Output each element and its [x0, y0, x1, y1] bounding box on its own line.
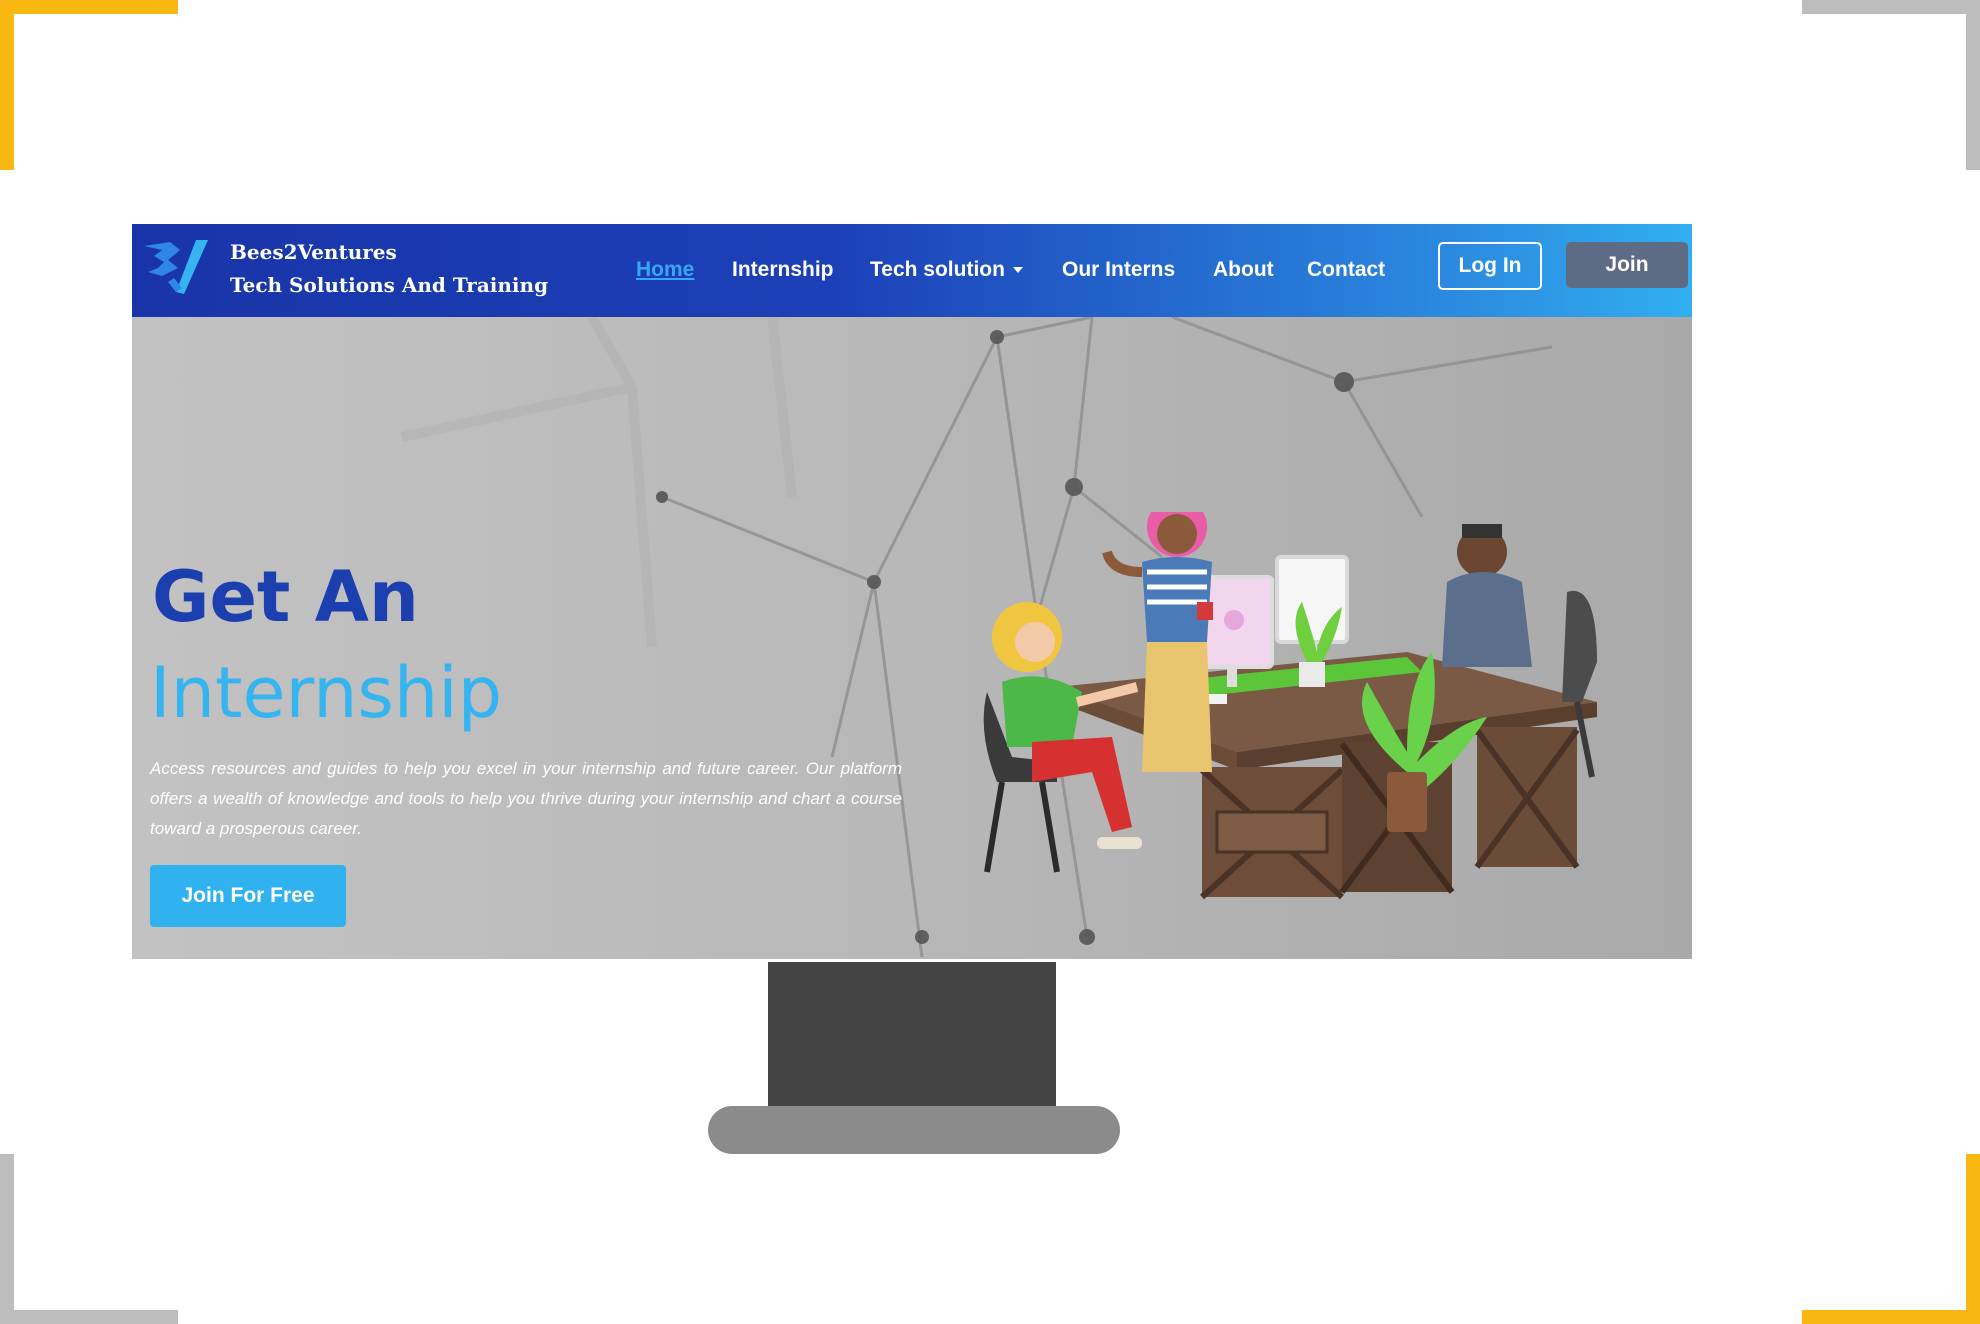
- hero-title-line2: Internship: [150, 652, 503, 734]
- corner-accent-bottom-left: [0, 1310, 178, 1324]
- brand[interactable]: Bees2Ventures Tech Solutions And Trainin…: [230, 236, 548, 302]
- brand-name: Bees2Ventures: [230, 240, 397, 264]
- b2v-logo-icon[interactable]: [140, 232, 214, 302]
- monitor-base: [708, 1106, 1120, 1154]
- nav-tech-solution-label: Tech solution: [870, 258, 1005, 281]
- navbar: Bees2Ventures Tech Solutions And Trainin…: [132, 224, 1692, 317]
- join-button[interactable]: Join: [1566, 242, 1688, 288]
- corner-accent-top-left-vertical: [0, 0, 14, 170]
- corner-accent-bottom-right-vertical: [1966, 1154, 1980, 1324]
- monitor-stand: [768, 962, 1056, 1106]
- join-for-free-button[interactable]: Join For Free: [150, 865, 346, 927]
- nav-tech-solution[interactable]: Tech solution: [870, 250, 1023, 290]
- nav-internship[interactable]: Internship: [732, 250, 834, 290]
- nav-our-interns[interactable]: Our Interns: [1062, 250, 1175, 290]
- monitor-screen: Bees2Ventures Tech Solutions And Trainin…: [132, 224, 1692, 962]
- nav-about[interactable]: About: [1213, 250, 1274, 290]
- nav-contact[interactable]: Contact: [1307, 250, 1385, 290]
- chevron-down-icon: [1012, 267, 1023, 273]
- corner-accent-top-right-vertical: [1966, 0, 1980, 170]
- team-office-illustration: [983, 512, 1597, 900]
- hero-title-line1: Get An: [152, 556, 419, 638]
- nav-home[interactable]: Home: [636, 250, 694, 290]
- hero-description: Access resources and guides to help you …: [150, 759, 902, 838]
- login-button[interactable]: Log In: [1438, 242, 1542, 290]
- hero-section: Get An Internship Access resources and g…: [132, 317, 1692, 959]
- corner-accent-bottom-right: [1802, 1310, 1980, 1324]
- corner-accent-top-right: [1802, 0, 1980, 14]
- brand-tagline: Tech Solutions And Training: [230, 273, 549, 297]
- corner-accent-top-left: [0, 0, 178, 14]
- corner-accent-bottom-left-vertical: [0, 1154, 14, 1324]
